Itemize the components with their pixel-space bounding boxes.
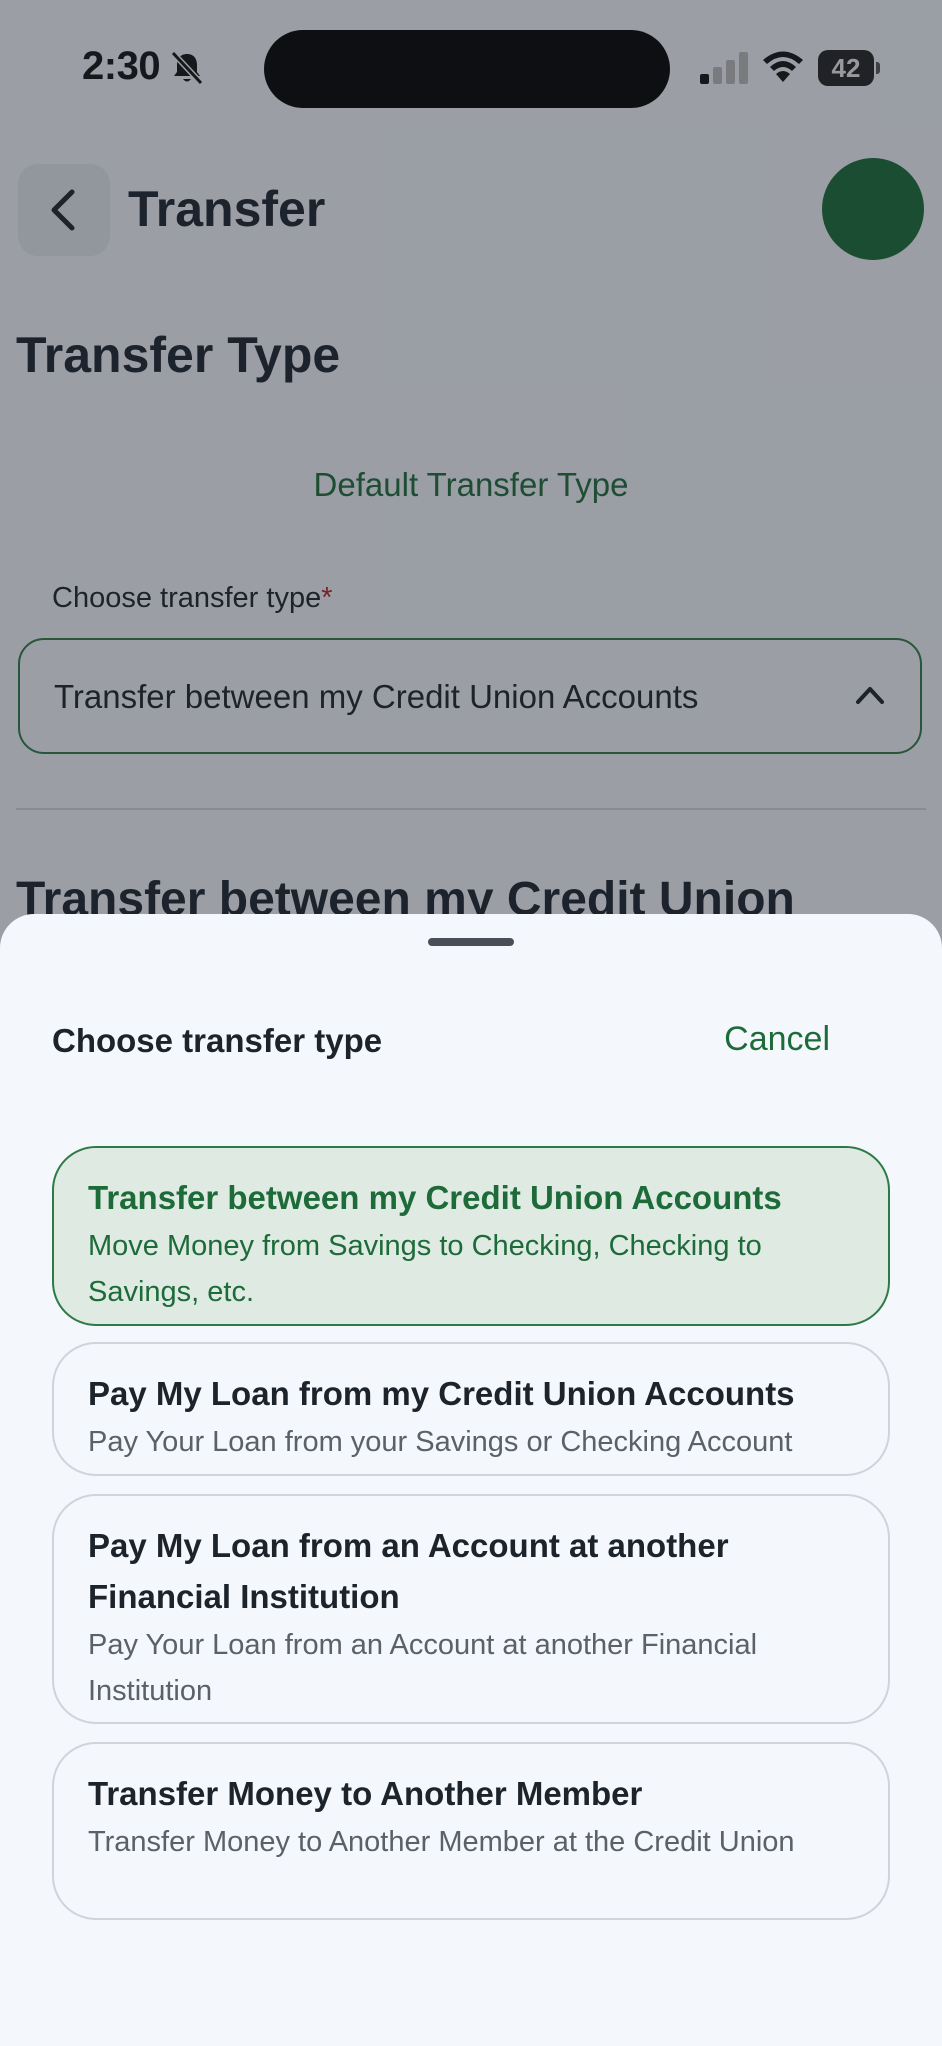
option-pay-loan-from-other-institution[interactable]: Pay My Loan from an Account at another F… [52, 1494, 890, 1724]
option-title: Pay My Loan from an Account at another F… [88, 1527, 729, 1615]
bottom-sheet: Choose transfer type Cancel Transfer bet… [0, 914, 942, 2046]
screen: 2:30 42 Transfer Transfer Type Default T… [0, 0, 942, 2046]
cancel-button[interactable]: Cancel [724, 1020, 830, 1059]
option-description: Move Money from Savings to Checking, Che… [88, 1230, 762, 1308]
option-title: Transfer Money to Another Member [88, 1775, 643, 1812]
option-title: Transfer between my Credit Union Account… [88, 1179, 782, 1216]
sheet-grabber[interactable] [428, 938, 514, 946]
option-transfer-to-member[interactable]: Transfer Money to Another Member Transfe… [52, 1742, 890, 1920]
option-pay-loan-from-cu[interactable]: Pay My Loan from my Credit Union Account… [52, 1342, 890, 1476]
option-description: Transfer Money to Another Member at the … [88, 1826, 795, 1858]
sheet-title: Choose transfer type [52, 1022, 383, 1059]
option-description: Pay Your Loan from your Savings or Check… [88, 1426, 793, 1458]
option-description: Pay Your Loan from an Account at another… [88, 1629, 758, 1707]
option-transfer-between-accounts[interactable]: Transfer between my Credit Union Account… [52, 1146, 890, 1326]
option-title: Pay My Loan from my Credit Union Account… [88, 1375, 795, 1412]
